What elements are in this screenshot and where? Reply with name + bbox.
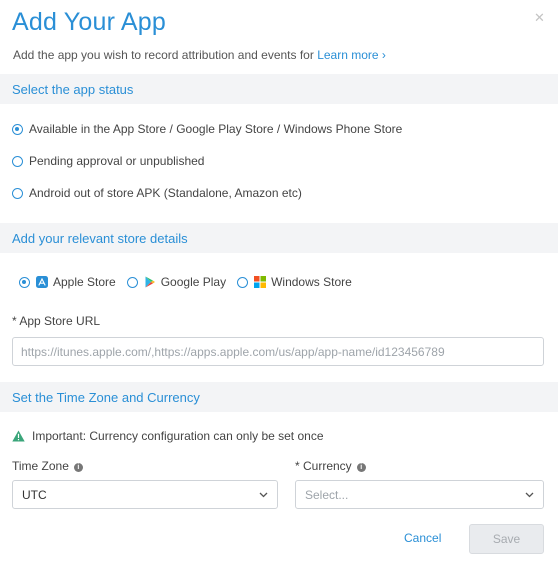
radio-button[interactable] <box>12 155 23 167</box>
currency-label-text: * Currency <box>295 459 352 473</box>
store-option-google[interactable]: Google Play <box>126 275 227 289</box>
app-store-url-label: * App Store URL <box>12 314 101 328</box>
dialog-title: Add Your App <box>12 8 166 36</box>
status-section-header: Select the app status <box>0 74 558 104</box>
radio-button[interactable] <box>19 276 30 288</box>
currency-select[interactable]: Select... <box>295 480 544 509</box>
info-icon[interactable]: i <box>73 463 83 472</box>
store-option-windows[interactable]: Windows Store <box>237 275 352 289</box>
google-play-icon <box>145 276 155 288</box>
store-selector: Apple Store Google Play Windows Store <box>19 275 363 289</box>
save-button[interactable]: Save <box>469 524 544 554</box>
radio-button[interactable] <box>12 187 23 199</box>
status-option-pending[interactable]: Pending approval or unpublished <box>12 154 204 168</box>
time-zone-label-text: Time Zone <box>12 459 69 473</box>
currency-placeholder: Select... <box>305 487 349 502</box>
radio-button[interactable] <box>12 123 23 135</box>
timezone-section-header: Set the Time Zone and Currency <box>0 382 558 412</box>
store-section-title: Add your relevant store details <box>12 231 188 246</box>
learn-more-link[interactable]: Learn more › <box>317 48 386 62</box>
store-section-header: Add your relevant store details <box>0 223 558 253</box>
status-option-label: Pending approval or unpublished <box>29 154 205 168</box>
dialog-subtitle: Add the app you wish to record attributi… <box>13 48 386 62</box>
status-option-available[interactable]: Available in the App Store / Google Play… <box>12 122 402 136</box>
radio-button[interactable] <box>126 276 138 288</box>
store-option-label: Google Play <box>160 275 227 289</box>
chevron-down-icon <box>259 492 268 497</box>
currency-label: * Currency i <box>295 459 366 473</box>
radio-button[interactable] <box>237 276 249 288</box>
subtitle-text: Add the app you wish to record attributi… <box>13 48 314 62</box>
app-store-icon <box>36 276 48 288</box>
currency-notice-text: Important: Currency configuration can on… <box>32 429 324 443</box>
windows-icon <box>254 276 267 288</box>
store-option-apple[interactable]: Apple Store <box>19 275 116 289</box>
status-option-label: Available in the App Store / Google Play… <box>29 122 403 136</box>
info-icon[interactable]: i <box>356 463 366 472</box>
time-zone-value: UTC <box>22 487 47 502</box>
timezone-section-title: Set the Time Zone and Currency <box>12 390 200 405</box>
time-zone-select[interactable]: UTC <box>12 480 278 509</box>
close-icon[interactable]: ✕ <box>534 10 545 26</box>
store-option-label: Windows Store <box>271 275 352 289</box>
currency-notice: Important: Currency configuration can on… <box>12 429 324 443</box>
status-section-title: Select the app status <box>12 82 134 97</box>
warning-icon <box>12 430 25 442</box>
time-zone-label: Time Zone i <box>12 459 83 473</box>
status-option-label: Android out of store APK (Standalone, Am… <box>29 186 302 200</box>
cancel-button[interactable]: Cancel <box>404 531 441 545</box>
app-store-url-input[interactable] <box>12 337 544 366</box>
chevron-down-icon <box>525 492 534 497</box>
store-option-label: Apple Store <box>53 275 116 289</box>
status-option-apk[interactable]: Android out of store APK (Standalone, Am… <box>12 186 302 200</box>
